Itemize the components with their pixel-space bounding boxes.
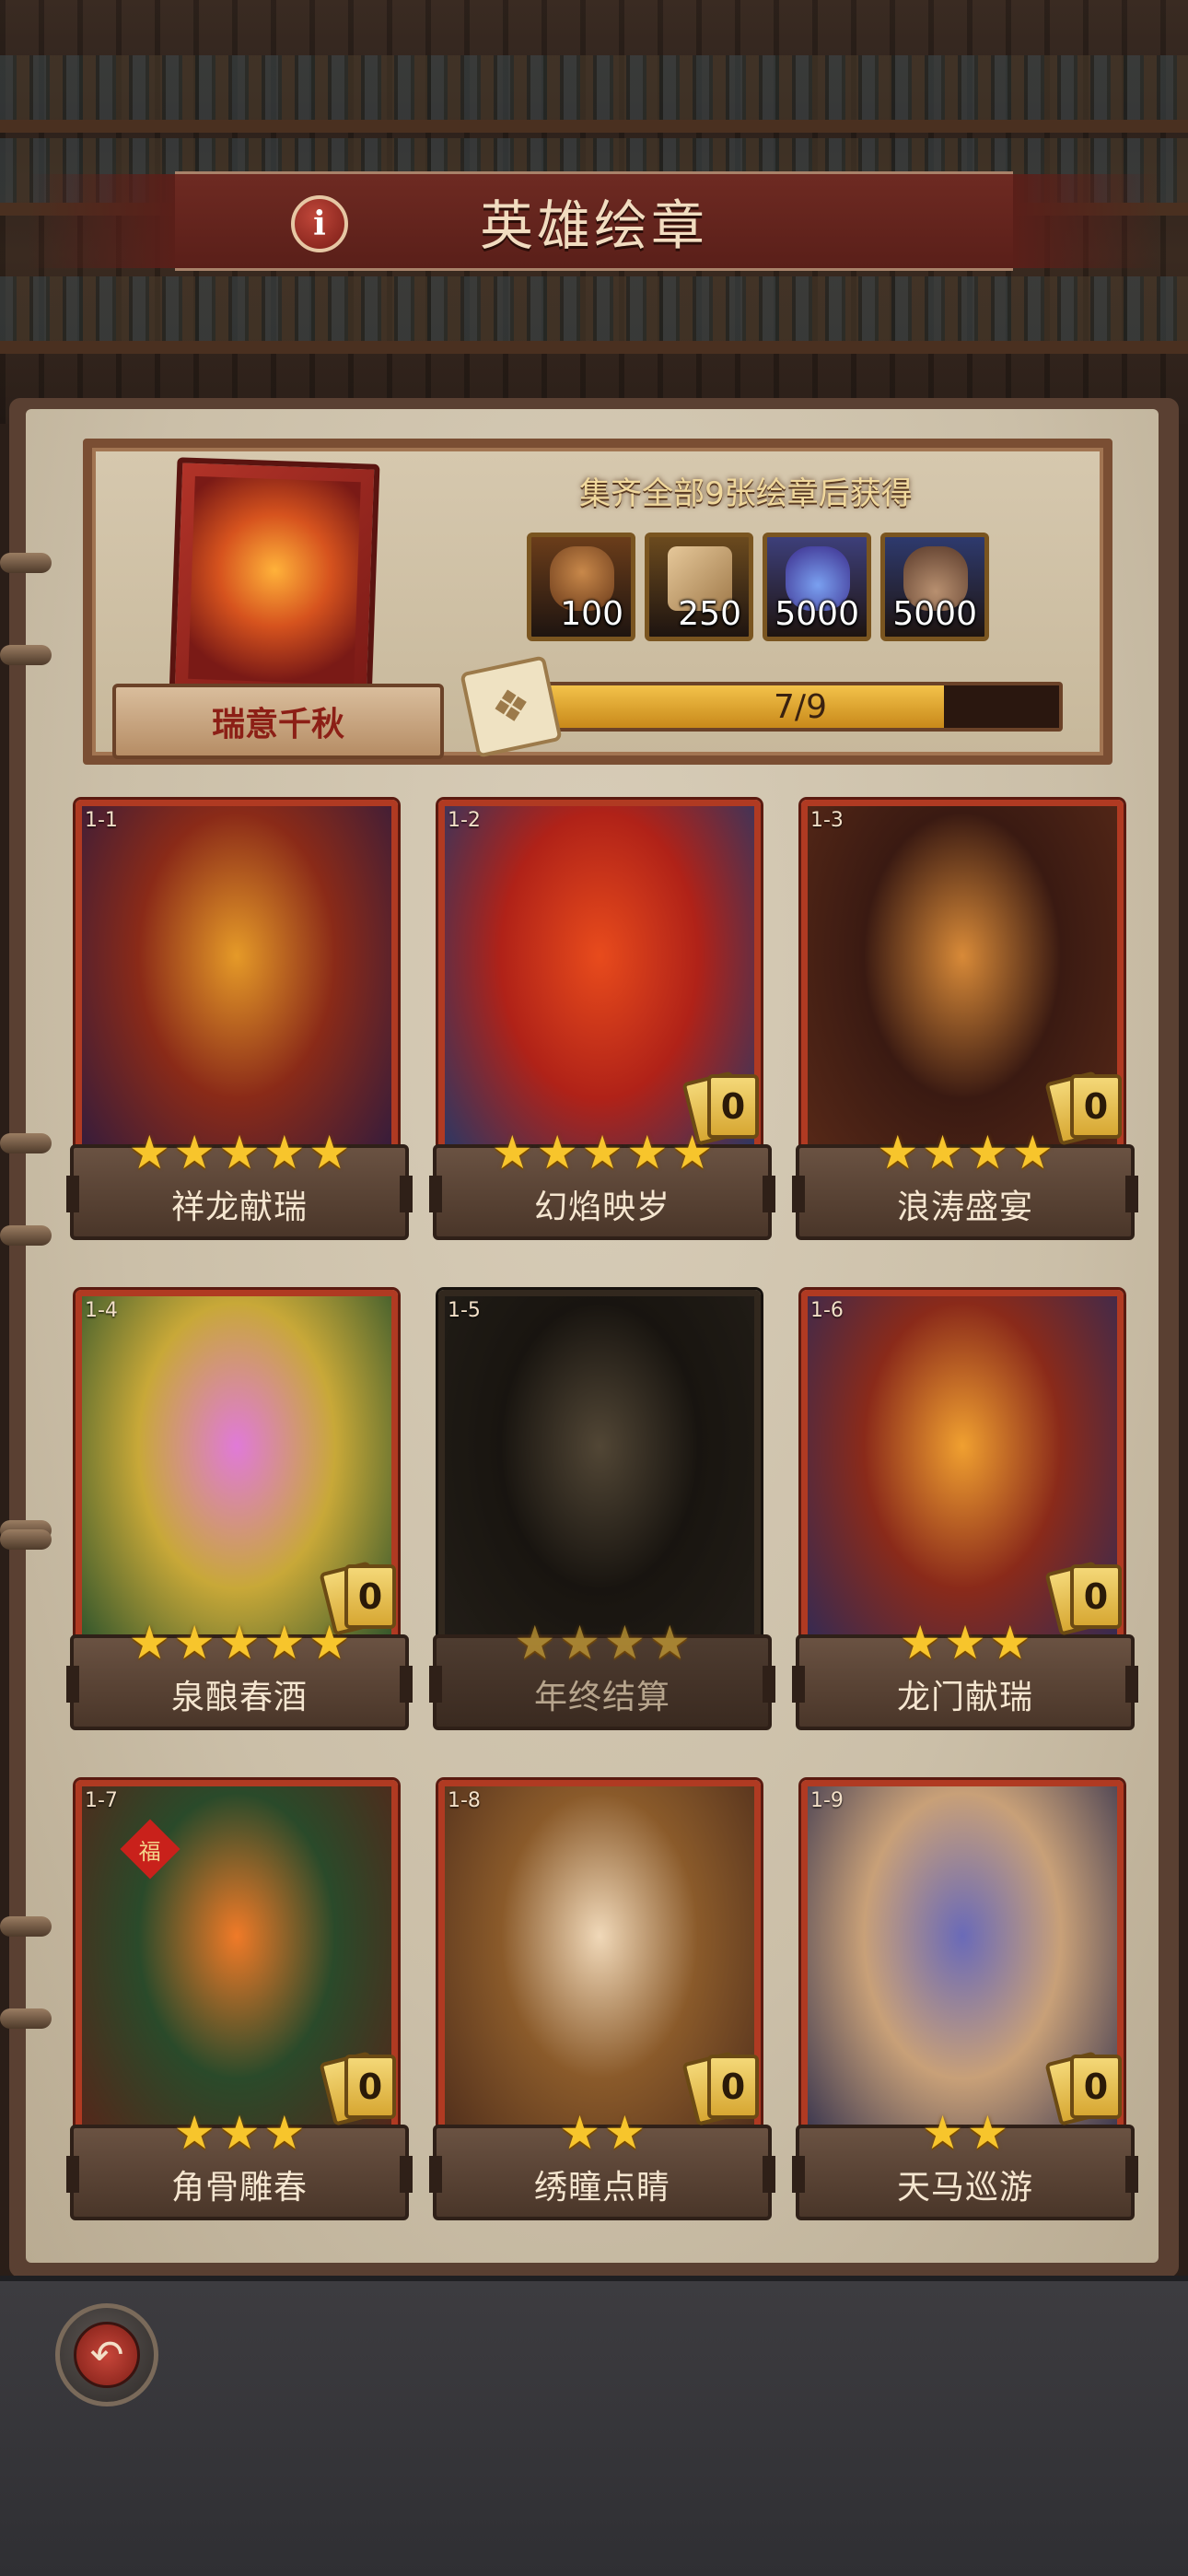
card-copies-count: 0 [720, 1086, 746, 1127]
reward-item[interactable]: 5000 [880, 533, 989, 641]
card-name: 绣瞳点睛 [533, 2169, 670, 2207]
card-copies-count: 0 [1083, 1086, 1109, 1127]
card-collection-icon: ❖ [460, 655, 563, 758]
reward-item-quantity: 5000 [775, 595, 859, 633]
fortune-badge-text: 福 [139, 1838, 161, 1865]
card-name: 天马巡游 [896, 2169, 1033, 2207]
reward-name-banner: 瑞意千秋 [112, 684, 444, 759]
card-copies-count: 0 [720, 2067, 746, 2107]
card-number: 1-4 [85, 1299, 118, 1322]
illustration-card[interactable]: 1-3 ★ ★ ★ ★ 浪涛盛宴 0 [792, 800, 1138, 1242]
reward-caption: 集齐全部9张绘章后获得 [579, 475, 913, 512]
illustration-card[interactable]: 1-4 ★ ★ ★ ★ ★ 泉酿春酒 0 [66, 1290, 413, 1732]
card-copies-icon: 0 [1044, 2049, 1125, 2126]
reward-card-name: 瑞意千秋 [211, 706, 344, 744]
illustration-card[interactable]: 1-9 ★ ★ 天马巡游 0 [792, 1780, 1138, 2222]
card-number: 1-1 [85, 809, 118, 832]
card-copies-icon: 0 [319, 2049, 400, 2126]
dragon-art [188, 475, 361, 685]
card-number: 1-3 [810, 809, 844, 832]
card-copies-count: 0 [1083, 1576, 1109, 1617]
binder-ring [0, 1529, 52, 1550]
binder-ring [0, 645, 52, 665]
card-name: 浪涛盛宴 [896, 1188, 1033, 1226]
card-number: 1-7 [85, 1789, 118, 1812]
bottom-bar [0, 2276, 1188, 2576]
card-copies-count: 0 [357, 2067, 383, 2107]
card-name: 年终结算 [533, 1679, 670, 1716]
card-name: 龙门献瑞 [896, 1679, 1033, 1716]
binder-ring [0, 553, 52, 573]
back-arrow-icon: ↶ [74, 2322, 140, 2388]
card-name: 幻焰映岁 [533, 1188, 670, 1226]
reward-item[interactable]: 250 [645, 533, 753, 641]
progress-text: 7/9 [774, 687, 827, 726]
card-copies-icon: 0 [319, 1559, 400, 1636]
illustration-card[interactable]: 1-2 ★ ★ ★ ★ ★ 幻焰映岁 0 [429, 800, 775, 1242]
card-artwork [445, 1296, 754, 1670]
card-number: 1-2 [448, 809, 481, 832]
binder-ring [0, 1225, 52, 1246]
reward-item-quantity: 5000 [892, 595, 977, 633]
card-artwork [82, 806, 391, 1180]
card-copies-icon: 0 [1044, 1559, 1125, 1636]
card-number: 1-8 [448, 1789, 481, 1812]
illustration-card[interactable]: 1-6 ★ ★ ★ 龙门献瑞 0 [792, 1290, 1138, 1732]
illustration-card[interactable]: 1-8 ★ ★ 绣瞳点睛 0 [429, 1780, 775, 2222]
card-copies-count: 0 [357, 1576, 383, 1617]
card-number: 1-6 [810, 1299, 844, 1322]
card-name: 泉酿春酒 [170, 1679, 308, 1716]
card-copies-icon: 0 [681, 1069, 763, 1146]
info-icon[interactable]: i [291, 195, 348, 252]
back-button[interactable]: ↶ [55, 2303, 158, 2406]
binder-ring [0, 2008, 52, 2029]
reward-item[interactable]: 100 [527, 533, 635, 641]
illustration-card[interactable]: 1-5 ★ ★ ★ ★ 年终结算 [429, 1290, 775, 1732]
binder-ring [0, 1916, 52, 1937]
reward-item[interactable]: 5000 [763, 533, 871, 641]
card-number: 1-5 [448, 1299, 481, 1322]
card-copies-icon: 0 [1044, 1069, 1125, 1146]
card-copies-count: 0 [1083, 2067, 1109, 2107]
page-title: 英雄绘章 [479, 194, 708, 257]
card-name: 祥龙献瑞 [170, 1188, 308, 1226]
reward-item-quantity: 250 [678, 595, 741, 633]
illustration-card[interactable]: 1-7 福 ★ ★ ★ 角骨雕春 0 [66, 1780, 413, 2222]
card-copies-icon: 0 [681, 2049, 763, 2126]
card-number: 1-9 [810, 1789, 844, 1812]
reward-card[interactable] [169, 457, 380, 704]
illustration-card[interactable]: 1-1 ★ ★ ★ ★ ★ 祥龙献瑞 [66, 800, 413, 1242]
binder-ring [0, 1133, 52, 1153]
reward-item-quantity: 100 [560, 595, 623, 633]
card-name: 角骨雕春 [170, 2169, 308, 2207]
